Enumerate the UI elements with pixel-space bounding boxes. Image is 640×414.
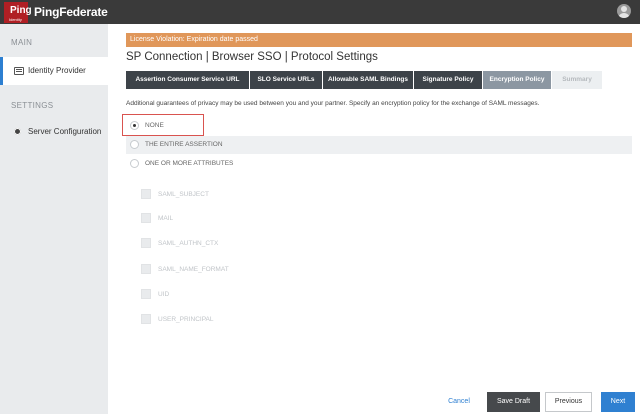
- ping-logo[interactable]: Ping Identity: [4, 2, 32, 23]
- option-label: THE ENTIRE ASSERTION: [145, 141, 223, 148]
- brand-name: PingFederate: [34, 5, 108, 19]
- attribute-label: SAML_AUTHN_CTX: [158, 240, 219, 247]
- tab-slo-service-urls[interactable]: SLO Service URLs: [250, 71, 322, 89]
- cancel-button[interactable]: Cancel: [444, 392, 474, 412]
- logo-text: Ping: [10, 5, 32, 16]
- checkbox: [141, 289, 151, 299]
- sidebar-section-settings: SETTINGS: [11, 101, 54, 110]
- encryption-description: Additional guarantees of privacy may be …: [126, 100, 540, 107]
- page-title: SP Connection | Browser SSO | Protocol S…: [126, 51, 378, 63]
- checkbox: [141, 189, 151, 199]
- tab-summary: Summary: [552, 71, 602, 89]
- previous-button[interactable]: Previous: [545, 392, 592, 412]
- attribute-label: UID: [158, 291, 170, 298]
- checkbox: [141, 264, 151, 274]
- attribute-label: USER_PRINCIPAL: [158, 316, 214, 323]
- option-one-or-more-attributes[interactable]: ONE OR MORE ATTRIBUTES: [126, 155, 632, 173]
- option-entire-assertion[interactable]: THE ENTIRE ASSERTION: [126, 136, 632, 154]
- sidebar-item-server-configuration[interactable]: Server Configuration: [0, 118, 108, 146]
- checkbox: [141, 238, 151, 248]
- sidebar-item-label: Identity Provider: [28, 66, 86, 75]
- attribute-label: SAML_NAME_FORMAT: [158, 266, 229, 273]
- gear-icon: [14, 128, 21, 135]
- next-button[interactable]: Next: [601, 392, 635, 412]
- sidebar-section-main: MAIN: [11, 38, 33, 47]
- license-warning-banner: License Violation: Expiration date passe…: [126, 33, 632, 47]
- save-draft-button[interactable]: Save Draft: [487, 392, 540, 412]
- user-account-icon[interactable]: [617, 4, 631, 18]
- tab-allowable-saml-bindings[interactable]: Allowable SAML Bindings: [323, 71, 413, 89]
- radio-entire-assertion[interactable]: [130, 140, 139, 149]
- tab-encryption-policy[interactable]: Encryption Policy: [483, 71, 551, 89]
- sidebar: MAIN Identity Provider SETTINGS Server C…: [0, 24, 108, 414]
- tab-signature-policy[interactable]: Signature Policy: [414, 71, 482, 89]
- document-icon: [14, 67, 24, 75]
- radio-one-or-more-attributes[interactable]: [130, 159, 139, 168]
- checkbox: [141, 213, 151, 223]
- tab-assertion-consumer-service-url[interactable]: Assertion Consumer Service URL: [126, 71, 249, 89]
- sidebar-item-identity-provider[interactable]: Identity Provider: [0, 57, 108, 85]
- top-bar: Ping Identity PingFederate: [0, 0, 640, 24]
- selection-highlight: [122, 114, 204, 136]
- sidebar-item-label: Server Configuration: [28, 127, 102, 136]
- attribute-label: SAML_SUBJECT: [158, 191, 209, 198]
- attribute-label: MAIL: [158, 215, 174, 222]
- option-label: ONE OR MORE ATTRIBUTES: [145, 160, 234, 167]
- banner-text: License Violation: Expiration date passe…: [130, 36, 258, 43]
- logo-subtext: Identity: [9, 17, 22, 22]
- checkbox: [141, 314, 151, 324]
